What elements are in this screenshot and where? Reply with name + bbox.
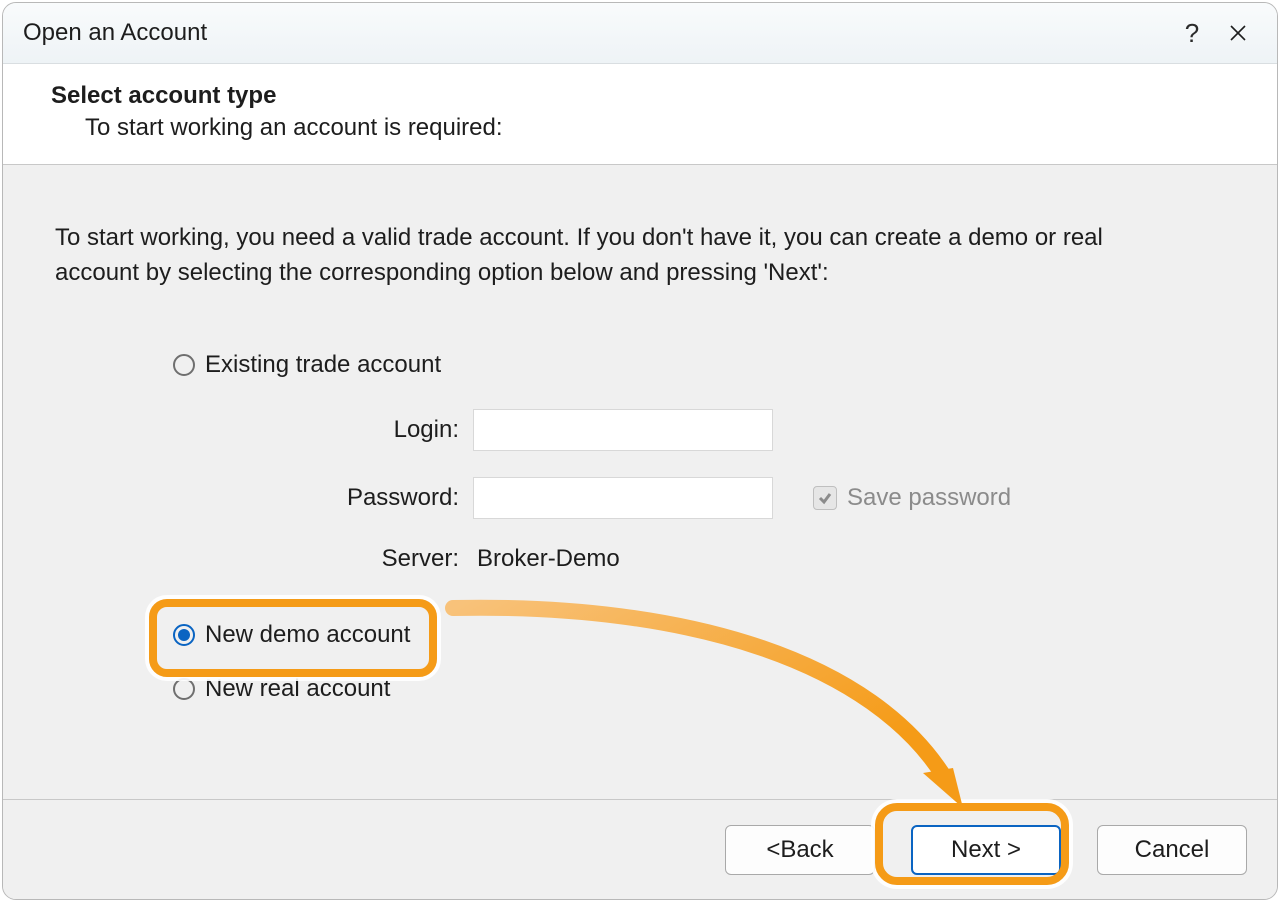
login-label: Login: <box>173 416 473 444</box>
save-password-label: Save password <box>847 484 1011 512</box>
radio-label: New real account <box>205 675 390 703</box>
radio-new-demo-account[interactable]: New demo account <box>173 621 1221 649</box>
radio-label: Existing trade account <box>205 351 441 379</box>
intro-text: To start working, you need a valid trade… <box>55 221 1175 291</box>
checkbox-icon <box>813 486 837 510</box>
wizard-footer: <Back Next > Cancel <box>3 799 1277 899</box>
server-value: Broker-Demo <box>473 545 773 573</box>
open-account-dialog: Open an Account ? Select account type To… <box>2 2 1278 900</box>
next-button[interactable]: Next > <box>911 825 1061 875</box>
radio-icon <box>173 354 195 376</box>
radio-icon <box>173 624 195 646</box>
account-type-options: Existing trade account Login: Password: … <box>55 351 1221 703</box>
wizard-header-title: Select account type <box>51 82 1277 110</box>
radio-new-real-account[interactable]: New real account <box>173 675 1221 703</box>
wizard-body: To start working, you need a valid trade… <box>3 165 1277 783</box>
radio-icon <box>173 678 195 700</box>
dialog-title: Open an Account <box>23 19 1169 47</box>
titlebar: Open an Account ? <box>3 3 1277 64</box>
wizard-header-subtitle: To start working an account is required: <box>51 114 1277 142</box>
radio-label: New demo account <box>205 621 410 649</box>
wizard-header: Select account type To start working an … <box>3 64 1277 165</box>
password-label: Password: <box>173 484 473 512</box>
back-button[interactable]: <Back <box>725 825 875 875</box>
cancel-button[interactable]: Cancel <box>1097 825 1247 875</box>
server-label: Server: <box>173 545 473 573</box>
close-icon[interactable] <box>1215 3 1261 63</box>
login-input[interactable] <box>473 409 773 451</box>
password-input[interactable] <box>473 477 773 519</box>
existing-account-form: Login: Password: Save password Server: B… <box>53 409 1221 573</box>
save-password-checkbox[interactable]: Save password <box>813 484 1073 512</box>
help-icon[interactable]: ? <box>1169 3 1215 63</box>
radio-existing-account[interactable]: Existing trade account <box>173 351 1221 379</box>
